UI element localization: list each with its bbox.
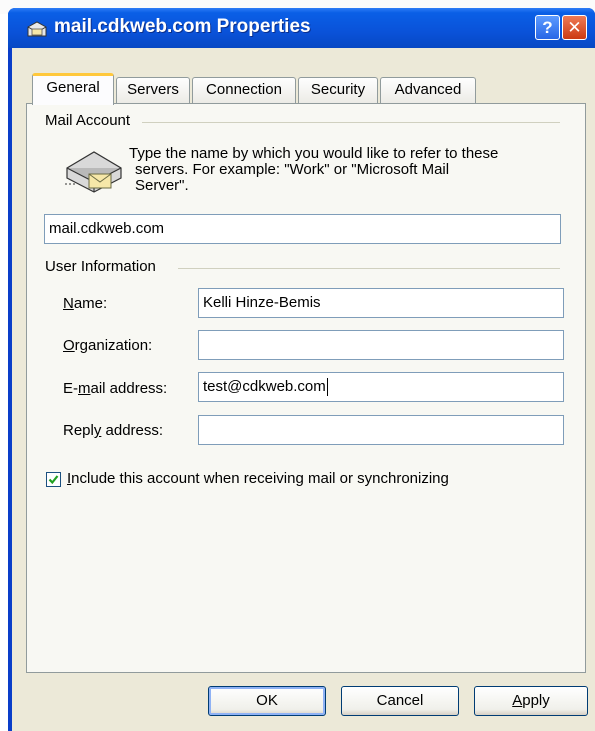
include-account-label[interactable]: Include this account when receiving mail… <box>67 470 449 487</box>
tab-security[interactable]: Security <box>298 77 378 103</box>
account-name-input[interactable]: mail.cdkweb.com <box>44 214 561 244</box>
account-name-value: mail.cdkweb.com <box>49 220 165 237</box>
organization-label-hotkey: O <box>63 337 75 354</box>
email-label-text: ail address: <box>90 380 168 397</box>
group-divider <box>142 122 560 123</box>
apply-button[interactable]: Apply <box>474 686 588 716</box>
apply-hotkey: A <box>512 692 523 709</box>
group-divider <box>178 268 560 269</box>
checkmark-icon <box>48 475 59 485</box>
description-line: Type the name by which you would like to… <box>129 145 499 162</box>
email-input-value: test@cdkweb.com <box>203 378 326 395</box>
close-button[interactable]: ✕ <box>562 15 587 40</box>
title-bar[interactable]: mail.cdkweb.com Properties ? ✕ <box>8 8 595 48</box>
properties-dialog: mail.cdkweb.com Properties ? ✕ General S… <box>8 8 595 731</box>
reply-label-text: address: <box>101 422 164 439</box>
tab-advanced[interactable]: Advanced <box>380 77 476 103</box>
name-input[interactable]: Kelli Hinze-Bemis <box>198 288 564 318</box>
reply-address-input[interactable] <box>198 415 564 445</box>
reply-address-label: Reply address: <box>63 422 163 439</box>
ok-button[interactable]: OK <box>208 686 326 716</box>
email-input[interactable]: test@cdkweb.com <box>198 372 564 402</box>
email-label-prefix: E- <box>63 380 78 397</box>
tab-connection[interactable]: Connection <box>192 77 296 103</box>
general-tab-panel: Mail Account Type the name by which you … <box>26 103 586 673</box>
description-line: Server". <box>135 177 189 194</box>
apply-label: pply <box>522 692 550 709</box>
organization-label-text: rganization: <box>74 337 153 354</box>
dialog-client: General Servers Connection Security Adva… <box>12 48 595 731</box>
organization-label: Organization: <box>63 337 152 354</box>
mail-account-description: Type the name by which you would like to… <box>129 146 577 194</box>
tab-servers[interactable]: Servers <box>116 77 190 103</box>
tab-general[interactable]: General <box>32 73 114 105</box>
mail-server-icon <box>65 151 122 193</box>
text-caret <box>326 378 328 397</box>
name-label: Name: <box>63 295 107 312</box>
help-button[interactable]: ? <box>535 15 560 40</box>
user-info-group-label: User Information <box>45 258 162 275</box>
name-label-hotkey: N <box>63 295 74 312</box>
mail-account-group-label: Mail Account <box>45 112 137 129</box>
name-input-value: Kelli Hinze-Bemis <box>203 294 321 311</box>
description-line: servers. For example: "Work" or "Microso… <box>135 161 450 178</box>
mail-account-icon <box>27 21 47 37</box>
email-label-hotkey: m <box>78 380 91 397</box>
email-label: E-mail address: <box>63 380 167 397</box>
window-title: mail.cdkweb.com Properties <box>54 16 311 37</box>
include-label-text: nclude this account when receiving mail … <box>71 470 449 487</box>
reply-label-prefix: Repl <box>63 422 94 439</box>
name-label-text: ame: <box>73 295 108 312</box>
include-account-checkbox[interactable] <box>46 472 61 487</box>
organization-input[interactable] <box>198 330 564 360</box>
cancel-button[interactable]: Cancel <box>341 686 459 716</box>
